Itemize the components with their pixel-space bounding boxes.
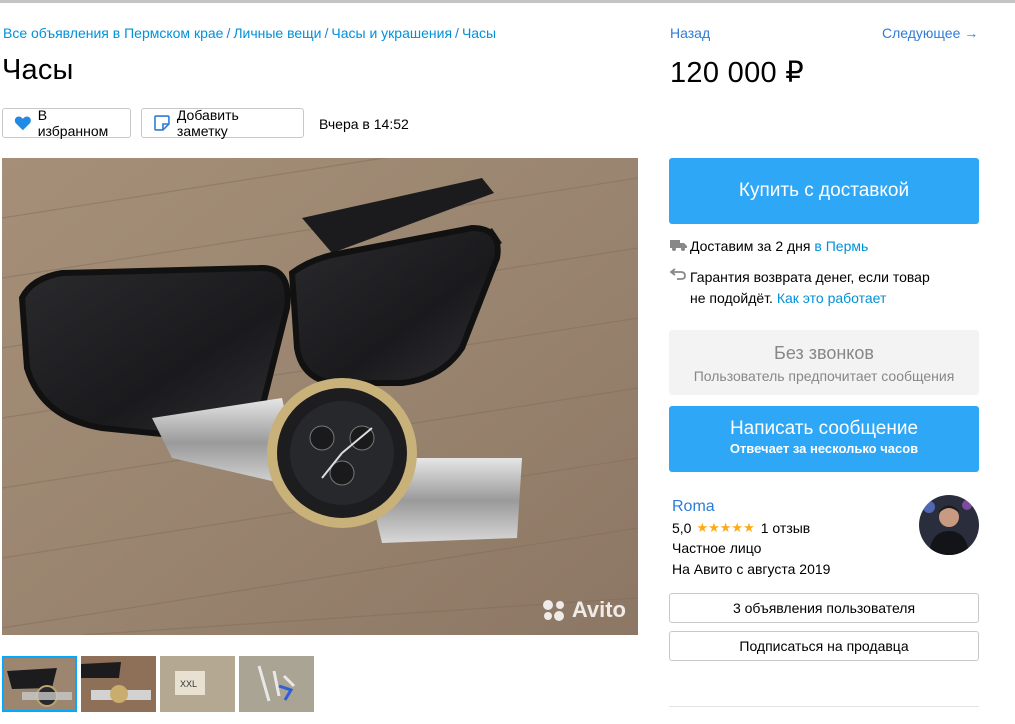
buy-with-delivery-button[interactable]: Купить с доставкой — [669, 158, 979, 224]
note-icon — [154, 115, 170, 131]
truck-icon — [670, 238, 690, 255]
breadcrumb-item-personal[interactable]: Личные вещи — [233, 25, 321, 41]
next-link[interactable]: Следующее → — [882, 25, 978, 41]
thumbnail-1[interactable] — [2, 656, 77, 712]
divider — [669, 706, 979, 707]
seller-since: На Авито с августа 2019 — [672, 561, 831, 577]
how-it-works-link[interactable]: Как это работает — [777, 290, 887, 306]
avito-watermark-text: Avito — [571, 597, 626, 622]
guarantee-line1: Гарантия возврата денег, если товар — [690, 269, 930, 285]
back-link[interactable]: Назад — [670, 25, 710, 41]
guarantee-info: Гарантия возврата денег, если товар не п… — [669, 267, 930, 309]
rating-stars-icon: ★★★★★ — [696, 520, 755, 535]
thumbnail-3[interactable]: XXL — [160, 656, 235, 712]
heart-icon — [14, 116, 31, 131]
user-listings-button[interactable]: 3 объявления пользователя — [669, 593, 979, 623]
rating-value: 5,0 — [672, 520, 692, 536]
thumbnail-2[interactable] — [81, 656, 156, 712]
write-message-button[interactable]: Написать сообщение Отвечает за несколько… — [669, 406, 979, 472]
breadcrumb-item-watches[interactable]: Часы — [462, 25, 496, 41]
delivery-info: Доставим за 2 дня в Пермь — [670, 238, 868, 255]
return-arrow-icon — [669, 267, 690, 309]
add-note-label: Добавить заметку — [176, 107, 239, 139]
avatar[interactable] — [919, 495, 979, 555]
price: 120 000 ₽ — [670, 57, 805, 89]
avito-watermark: Avito — [540, 597, 626, 623]
thumbnail-4[interactable] — [239, 656, 314, 712]
guarantee-line2: не подойдёт. — [690, 290, 773, 306]
seller-name[interactable]: Roma — [672, 498, 715, 516]
breadcrumb-separator: / — [226, 25, 231, 41]
breadcrumb-item-watches-jewelry[interactable]: Часы и украшения — [331, 25, 452, 41]
seller-rating: 5,0 ★★★★★ 1 отзыв — [672, 520, 810, 536]
publish-date: Вчера в 14:52 — [319, 116, 409, 132]
reviews-count[interactable]: 1 отзыв — [761, 520, 811, 536]
seller-type: Частное лицо — [672, 540, 762, 556]
delivery-city-link[interactable]: в Пермь — [814, 238, 868, 254]
delivery-text: Доставим за 2 дня — [690, 238, 811, 254]
no-calls-title: Без звонков — [774, 343, 874, 363]
main-photo[interactable]: Avito — [2, 158, 638, 635]
avito-logo-icon — [542, 600, 564, 621]
breadcrumb-item-all[interactable]: Все объявления в Пермском крае — [3, 25, 223, 41]
subscribe-seller-button[interactable]: Подписаться на продавца — [669, 631, 979, 661]
add-note-button[interactable]: Добавить заметку — [141, 107, 304, 139]
svg-text:XXL: XXL — [180, 679, 197, 689]
no-calls-subtitle: Пользователь предпочитает сообщения — [693, 368, 955, 384]
favorite-label: В избранном — [37, 107, 109, 139]
page-title: Часы — [2, 54, 74, 86]
breadcrumb-separator: / — [455, 25, 459, 41]
favorite-button[interactable]: В избранном — [2, 107, 131, 139]
breadcrumb-separator: / — [324, 25, 329, 41]
photo-thumbnails: XXL — [2, 656, 314, 712]
breadcrumb: Все объявления в Пермском крае / Личные ве… — [3, 25, 496, 41]
top-divider — [0, 0, 1015, 3]
no-calls-notice: Без звонков Пользователь предпочитает со… — [669, 330, 979, 395]
write-message-label: Написать сообщение — [729, 418, 919, 439]
response-time-label: Отвечает за несколько часов — [729, 441, 919, 456]
